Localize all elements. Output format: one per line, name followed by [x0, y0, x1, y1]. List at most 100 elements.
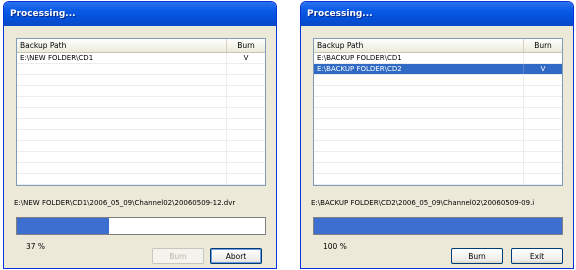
empty-cell	[524, 152, 562, 162]
empty-cell	[314, 108, 524, 118]
empty-cell	[314, 75, 524, 85]
empty-list-row[interactable]	[17, 75, 265, 86]
list-item[interactable]: E:\BACKUP FOLDER\CD2 V	[314, 64, 562, 75]
empty-list-row[interactable]	[314, 97, 562, 108]
empty-list-row[interactable]	[314, 108, 562, 119]
list-header: Backup Path Burn	[314, 39, 562, 53]
list-header: Backup Path Burn	[17, 39, 265, 53]
backup-path-cell: E:\NEW FOLDER\CD1	[17, 53, 227, 63]
empty-cell	[524, 97, 562, 107]
column-header-burn[interactable]: Burn	[227, 39, 265, 52]
backup-path-list[interactable]: Backup Path Burn E:\BACKUP FOLDER\CD1 E:\…	[313, 38, 563, 186]
backup-path-cell: E:\BACKUP FOLDER\CD2	[314, 64, 524, 74]
burn-flag-cell	[524, 53, 562, 63]
empty-cell	[314, 174, 524, 184]
burn-flag-cell: V	[243, 54, 249, 62]
empty-list-row[interactable]	[314, 119, 562, 130]
column-header-burn[interactable]: Burn	[524, 39, 562, 52]
empty-cell	[314, 163, 524, 173]
empty-cell	[17, 163, 227, 173]
burn-flag-cell: V	[540, 65, 546, 73]
empty-list-row[interactable]	[314, 152, 562, 163]
progress-percent-label: 100 %	[323, 242, 347, 251]
empty-cell	[227, 152, 265, 162]
empty-list-row[interactable]	[17, 174, 265, 185]
empty-cell	[227, 86, 265, 96]
empty-cell	[17, 108, 227, 118]
empty-list-row[interactable]	[17, 152, 265, 163]
progress-fill	[314, 218, 562, 234]
list-item[interactable]: E:\NEW FOLDER\CD1 V	[17, 53, 265, 64]
progress-fill	[17, 218, 109, 234]
empty-cell	[524, 174, 562, 184]
empty-cell	[524, 86, 562, 96]
empty-list-row[interactable]	[314, 141, 562, 152]
progress-bar	[16, 217, 266, 235]
empty-cell	[17, 75, 227, 85]
processing-dialog-right: Processing... Backup Path Burn E:\BACKUP…	[300, 1, 574, 269]
empty-cell	[17, 130, 227, 140]
empty-cell	[17, 119, 227, 129]
empty-list-row[interactable]	[17, 119, 265, 130]
empty-cell	[17, 152, 227, 162]
abort-button[interactable]: Abort	[210, 248, 262, 264]
list-rows: E:\NEW FOLDER\CD1 V	[17, 53, 265, 185]
empty-list-row[interactable]	[17, 86, 265, 97]
current-file-path: E:\BACKUP FOLDER\CD2\2006_05_09\Channel0…	[311, 199, 535, 207]
backup-path-list[interactable]: Backup Path Burn E:\NEW FOLDER\CD1 V	[16, 38, 266, 186]
dialog-title-bar[interactable]: Processing...	[301, 2, 573, 26]
empty-cell	[314, 97, 524, 107]
empty-cell	[227, 163, 265, 173]
empty-cell	[227, 130, 265, 140]
empty-cell	[227, 174, 265, 184]
backup-path-cell: E:\BACKUP FOLDER\CD1	[314, 53, 524, 63]
empty-list-row[interactable]	[17, 108, 265, 119]
empty-list-row[interactable]	[314, 130, 562, 141]
list-rows: E:\BACKUP FOLDER\CD1 E:\BACKUP FOLDER\CD2…	[314, 53, 562, 185]
empty-cell	[314, 130, 524, 140]
burn-button[interactable]: Burn	[451, 248, 503, 264]
empty-cell	[524, 108, 562, 118]
empty-cell	[314, 86, 524, 96]
empty-list-row[interactable]	[314, 75, 562, 86]
progress-percent-label: 37 %	[26, 242, 46, 251]
empty-list-row[interactable]	[314, 86, 562, 97]
empty-list-row[interactable]	[17, 163, 265, 174]
empty-cell	[524, 141, 562, 151]
empty-cell	[524, 163, 562, 173]
empty-cell	[314, 152, 524, 162]
empty-list-row[interactable]	[17, 97, 265, 108]
empty-cell	[227, 108, 265, 118]
column-header-backup-path[interactable]: Backup Path	[314, 39, 524, 52]
empty-list-row[interactable]	[17, 130, 265, 141]
current-file-path: E:\NEW FOLDER\CD1\2006_05_09\Channel02\2…	[14, 199, 236, 207]
dialog-title-bar[interactable]: Processing...	[4, 2, 276, 26]
empty-cell	[17, 174, 227, 184]
empty-cell	[17, 141, 227, 151]
empty-cell	[524, 75, 562, 85]
empty-cell	[227, 75, 265, 85]
empty-list-row[interactable]	[314, 174, 562, 185]
empty-cell	[227, 97, 265, 107]
empty-cell	[524, 130, 562, 140]
exit-button[interactable]: Exit	[511, 248, 563, 264]
empty-cell	[314, 141, 524, 151]
empty-cell	[17, 97, 227, 107]
empty-cell	[227, 119, 265, 129]
empty-list-row[interactable]	[314, 163, 562, 174]
empty-cell	[17, 86, 227, 96]
processing-dialog-left: Processing... Backup Path Burn E:\NEW FO…	[3, 1, 277, 269]
list-item[interactable]: E:\BACKUP FOLDER\CD1	[314, 53, 562, 64]
empty-cell	[524, 119, 562, 129]
empty-cell	[227, 141, 265, 151]
column-header-backup-path[interactable]: Backup Path	[17, 39, 227, 52]
empty-cell	[227, 64, 265, 74]
burn-button[interactable]: Burn	[152, 248, 204, 264]
empty-cell	[314, 119, 524, 129]
dialog-title: Processing...	[10, 9, 76, 19]
empty-list-row[interactable]	[17, 64, 265, 75]
empty-list-row[interactable]	[17, 141, 265, 152]
empty-cell	[17, 64, 227, 74]
dialog-title: Processing...	[307, 9, 373, 19]
progress-bar	[313, 217, 563, 235]
